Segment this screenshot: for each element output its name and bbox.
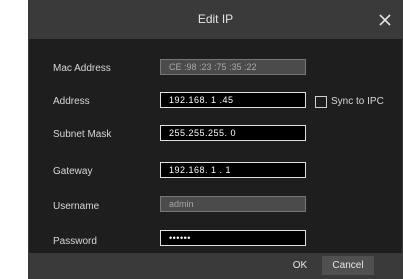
sync-to-ipc-label: Sync to IPC	[331, 96, 384, 107]
password-field[interactable]	[160, 230, 306, 246]
ok-button[interactable]: OK	[274, 256, 326, 275]
password-label: Password	[53, 236, 97, 247]
mac-address-field	[160, 59, 306, 75]
dialog-title: Edit IP	[197, 12, 234, 26]
address-field[interactable]	[160, 92, 306, 108]
subnet-mask-label: Subnet Mask	[53, 129, 112, 140]
username-field	[160, 196, 306, 212]
dialog-footer: OK Cancel	[29, 253, 402, 278]
dialog-titlebar: Edit IP	[29, 1, 402, 39]
sync-to-ipc-checkbox[interactable]	[315, 96, 327, 108]
gateway-field[interactable]	[160, 162, 306, 178]
subnet-mask-field[interactable]	[160, 125, 306, 141]
username-label: Username	[53, 201, 100, 212]
edit-ip-dialog: Edit IP Mac Address Address Sync to IPC …	[28, 0, 403, 279]
close-icon[interactable]	[374, 9, 396, 31]
address-label: Address	[53, 96, 90, 107]
cancel-button[interactable]: Cancel	[322, 256, 374, 275]
mac-address-label: Mac Address	[53, 63, 111, 74]
gateway-label: Gateway	[53, 166, 93, 177]
